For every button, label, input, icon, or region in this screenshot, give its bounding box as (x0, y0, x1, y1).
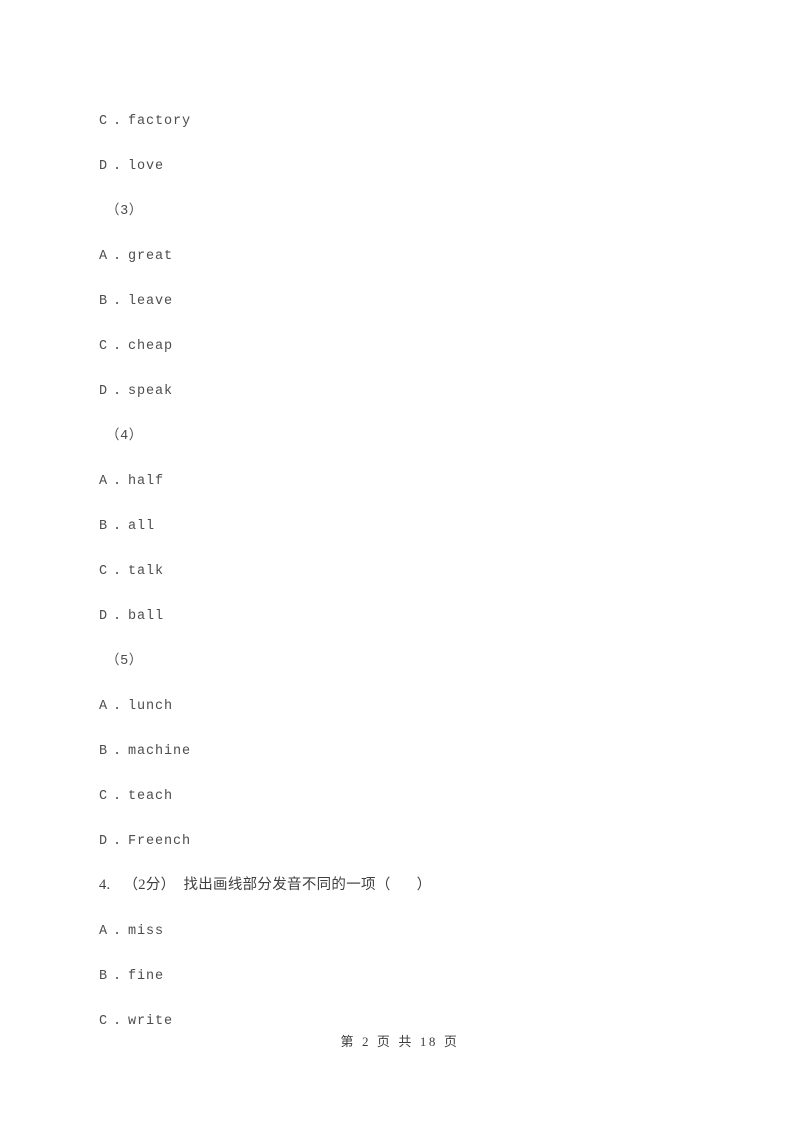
option-item: D. love (99, 143, 719, 188)
option-dot: . (113, 969, 123, 984)
option-item: A. half (99, 458, 719, 503)
option-word: miss (128, 924, 165, 939)
option-word: factory (128, 114, 192, 129)
option-dot: . (113, 519, 123, 534)
option-item: D. speak (99, 368, 719, 413)
option-word: Freench (128, 834, 192, 849)
option-word: machine (128, 744, 192, 759)
option-marker: B (99, 969, 109, 984)
option-item: D. ball (99, 593, 719, 638)
option-text: D. speak (99, 384, 173, 399)
option-item: B. machine (99, 728, 719, 773)
option-marker: A (99, 924, 109, 939)
option-text: C. write (99, 1014, 173, 1029)
option-dot: . (113, 384, 123, 399)
option-dot: . (113, 294, 123, 309)
option-text: B. fine (99, 969, 164, 984)
subquestion-item: （3） (99, 188, 719, 233)
subquestion-label: （5） (106, 654, 143, 669)
question-score: （2分） (123, 877, 176, 893)
option-text: B. leave (99, 294, 173, 309)
option-word: all (128, 519, 156, 534)
option-dot: . (113, 564, 123, 579)
option-text: B. machine (99, 744, 191, 759)
option-dot: . (113, 789, 123, 804)
option-word: half (128, 474, 165, 489)
option-text: C. factory (99, 114, 191, 129)
option-text: A. miss (99, 924, 164, 939)
question-close-paren: ） (416, 877, 432, 893)
question-number: 4. (99, 877, 111, 893)
option-dot: . (113, 744, 123, 759)
option-dot: . (113, 249, 123, 264)
option-text: C. teach (99, 789, 173, 804)
option-text: D. ball (99, 609, 164, 624)
question-prompt: 找出画线部分发音不同的一项（ (183, 877, 391, 893)
option-dot: . (113, 159, 123, 174)
option-word: talk (128, 564, 165, 579)
question-content: C. factory D. love （3） A. great B. leave C. c… (99, 98, 719, 1043)
option-text: D. love (99, 159, 164, 174)
option-text: A. half (99, 474, 164, 489)
option-item: C. factory (99, 98, 719, 143)
option-text: C. cheap (99, 339, 173, 354)
option-word: ball (128, 609, 165, 624)
option-word: fine (128, 969, 165, 984)
option-marker: C (99, 114, 109, 129)
option-word: great (128, 249, 174, 264)
subquestion-item: （4） (99, 413, 719, 458)
option-dot: . (113, 699, 123, 714)
document-page: C. factory D. love （3） A. great B. leave C. c… (0, 0, 800, 1132)
option-word: lunch (128, 699, 174, 714)
option-text: A. great (99, 249, 173, 264)
page-number-label: 第 2 页 共 18 页 (340, 1034, 460, 1049)
option-marker: C (99, 339, 109, 354)
option-dot: . (113, 474, 123, 489)
option-item: A. great (99, 233, 719, 278)
subquestion-label: （3） (106, 204, 143, 219)
option-dot: . (113, 834, 123, 849)
option-word: speak (128, 384, 174, 399)
option-dot: . (113, 609, 123, 624)
option-marker: D (99, 159, 109, 174)
option-dot: . (113, 924, 123, 939)
option-marker: A (99, 699, 109, 714)
page-footer: 第 2 页 共 18 页 (0, 1031, 800, 1051)
subquestion-label: （4） (106, 429, 143, 444)
option-marker: B (99, 294, 109, 309)
option-dot: . (113, 339, 123, 354)
option-marker: B (99, 744, 109, 759)
option-item: C. teach (99, 773, 719, 818)
option-marker: C (99, 564, 109, 579)
option-item: B. all (99, 503, 719, 548)
question-4-text: 4. （2分） 找出画线部分发音不同的一项（ ） (99, 877, 431, 893)
option-item: C. talk (99, 548, 719, 593)
option-item: D. Freench (99, 818, 719, 863)
option-dot: . (113, 114, 123, 129)
option-item: B. fine (99, 953, 719, 998)
option-text: D. Freench (99, 834, 191, 849)
option-text: C. talk (99, 564, 164, 579)
option-item: A. lunch (99, 683, 719, 728)
subquestion-item: （5） (99, 638, 719, 683)
option-marker: D (99, 384, 109, 399)
question-stem: 4. （2分） 找出画线部分发音不同的一项（ ） (99, 863, 719, 908)
option-marker: A (99, 249, 109, 264)
option-marker: C (99, 789, 109, 804)
option-item: C. cheap (99, 323, 719, 368)
option-word: love (128, 159, 165, 174)
option-word: leave (128, 294, 174, 309)
option-item: B. leave (99, 278, 719, 323)
option-item: A. miss (99, 908, 719, 953)
option-text: A. lunch (99, 699, 173, 714)
option-marker: B (99, 519, 109, 534)
option-marker: A (99, 474, 109, 489)
option-marker: D (99, 834, 109, 849)
option-marker: D (99, 609, 109, 624)
option-text: B. all (99, 519, 155, 534)
option-word: teach (128, 789, 174, 804)
option-word: cheap (128, 339, 174, 354)
